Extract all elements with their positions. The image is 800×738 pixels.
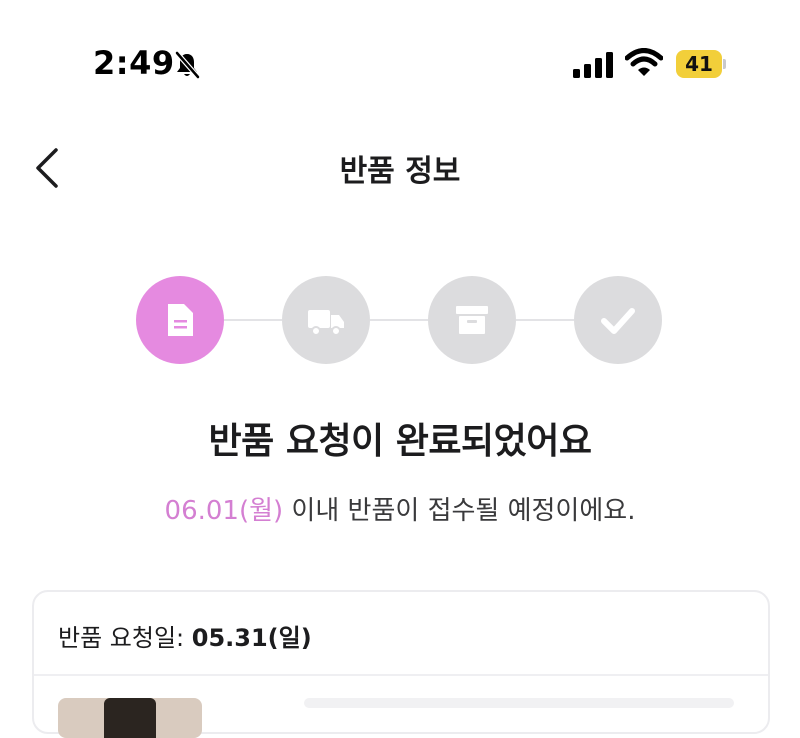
- status-headline: 반품 요청이 완료되었어요: [208, 421, 592, 462]
- card-divider: [34, 674, 768, 676]
- expected-date: 06.01(월): [164, 496, 284, 526]
- status-time: 2:49: [93, 44, 175, 82]
- step-complete: [574, 276, 662, 364]
- status-subline: 06.01(월) 이내 반품이 접수될 예정이에요.: [0, 490, 800, 527]
- truck-icon: [308, 310, 344, 336]
- archive-box-icon: [456, 306, 488, 334]
- product-text-placeholder: [304, 698, 734, 708]
- step-inspection: [428, 276, 516, 364]
- battery-level: 41: [685, 52, 713, 76]
- cellular-signal-icon: [573, 52, 613, 78]
- document-icon: [168, 304, 193, 336]
- step-connector: [370, 319, 428, 321]
- bell-slash-icon: [175, 51, 200, 79]
- subline-text: 이내 반품이 접수될 예정이에요.: [283, 496, 636, 526]
- step-request: [136, 276, 224, 364]
- return-info-card: 반품 요청일: 05.31(일): [32, 590, 770, 738]
- request-date-value: 05.31(일): [191, 624, 312, 652]
- step-connector: [224, 319, 282, 321]
- product-thumbnail[interactable]: [58, 698, 202, 738]
- request-date-row: 반품 요청일: 05.31(일): [58, 618, 312, 653]
- wifi-icon: [625, 48, 663, 76]
- battery-indicator: 41: [676, 50, 726, 78]
- request-date-label: 반품 요청일:: [58, 624, 192, 652]
- page-title: 반품 정보: [339, 154, 461, 189]
- step-pickup: [282, 276, 370, 364]
- step-connector: [516, 319, 574, 321]
- checkmark-icon: [601, 308, 635, 334]
